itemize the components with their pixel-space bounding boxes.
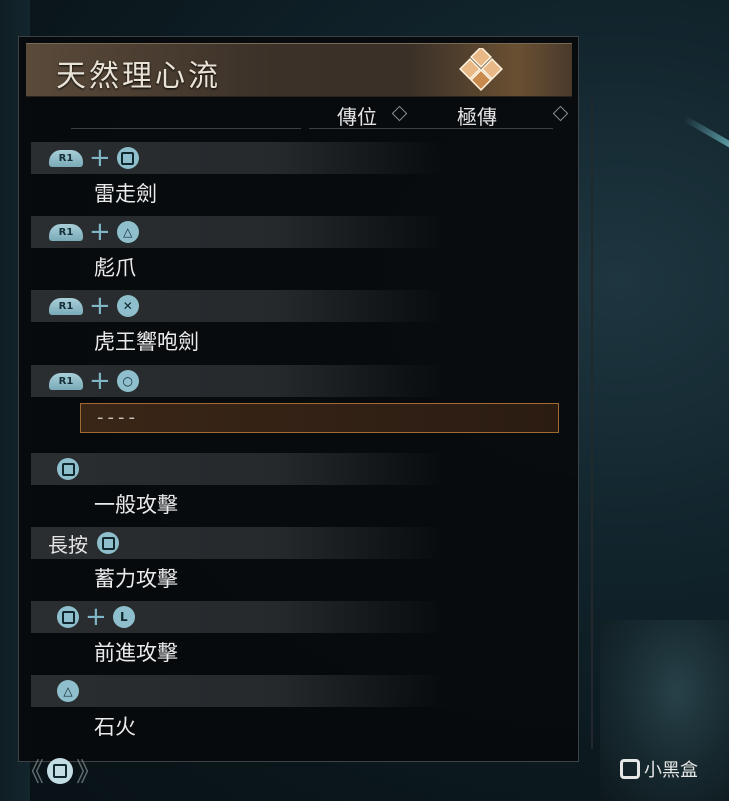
diamond-emblem-icon — [459, 48, 503, 91]
square-button-icon — [97, 532, 119, 554]
skill-name[interactable]: 一般攻擊 — [94, 490, 178, 520]
plus-icon: + — [89, 143, 111, 173]
triangle-button-icon: △ — [116, 221, 139, 243]
hold-label: 長按 — [48, 532, 88, 557]
skill-input-row: R1 + — [31, 142, 444, 174]
r1-button-icon: R1 — [49, 149, 83, 167]
cross-button-icon: ✕ — [116, 295, 139, 317]
watermark: 小黑盒 — [620, 756, 698, 782]
skill-name[interactable]: 蓄力攻擊 — [94, 564, 178, 594]
r1-button-icon: R1 — [49, 372, 83, 390]
school-title: 天然理心流 — [56, 59, 221, 94]
plus-icon: + — [85, 602, 107, 632]
tab-chuanwei[interactable]: 傳位 — [337, 101, 377, 130]
skill-name[interactable]: 虎王響咆劍 — [94, 327, 199, 357]
tab-divider — [71, 128, 301, 129]
square-button-icon — [116, 147, 139, 169]
pager-right-icon[interactable]: 》 — [76, 752, 102, 789]
square-button-icon — [57, 606, 79, 628]
square-button-icon[interactable] — [47, 757, 74, 784]
tab-divider — [309, 128, 553, 129]
skill-input-row: 長按 — [31, 527, 444, 559]
triangle-button-icon: △ — [57, 680, 79, 702]
plus-icon: + — [89, 366, 111, 396]
skill-input-row: R1 + △ — [31, 216, 444, 248]
circle-button-icon: ○ — [116, 370, 139, 392]
skill-input-row: R1 + ✕ — [31, 290, 444, 322]
left-stick-icon: L — [112, 606, 135, 628]
skill-list-panel: 天然理心流 傳位 極傳 R1 + 雷走劍 R1 + △ 彪爪 R1 + ✕ 虎王… — [18, 36, 593, 762]
skill-input-row: + L — [31, 601, 444, 633]
plus-icon: + — [89, 291, 111, 321]
watermark-text: 小黑盒 — [644, 760, 698, 781]
skill-input-row: △ — [31, 675, 444, 707]
r1-button-icon: R1 — [49, 297, 83, 315]
skill-name[interactable]: 前進攻擊 — [94, 638, 178, 668]
empty-skill-slot-selected[interactable]: ---- — [80, 403, 559, 433]
skill-name[interactable]: 彪爪 — [94, 253, 136, 283]
scrollbar[interactable] — [591, 99, 593, 749]
xiaoheihe-logo-icon — [620, 759, 640, 779]
tab-diamond-icon — [552, 105, 569, 122]
tab-jichuan[interactable]: 極傳 — [457, 101, 497, 130]
skill-input-row — [31, 453, 444, 485]
panel-header: 天然理心流 — [26, 43, 572, 97]
pager-left-icon[interactable]: 《 — [18, 752, 44, 789]
background-streak — [682, 115, 729, 151]
tab-diamond-icon — [391, 105, 408, 122]
r1-button-icon: R1 — [49, 223, 83, 241]
skill-input-row: R1 + ○ — [31, 365, 444, 397]
skill-name[interactable]: 雷走劍 — [94, 179, 157, 209]
tab-bar: 傳位 極傳 — [19, 95, 580, 131]
pager: 《 》 — [18, 752, 102, 789]
plus-icon: + — [89, 217, 111, 247]
skill-name[interactable]: 石火 — [94, 712, 136, 742]
square-button-icon — [57, 458, 79, 480]
